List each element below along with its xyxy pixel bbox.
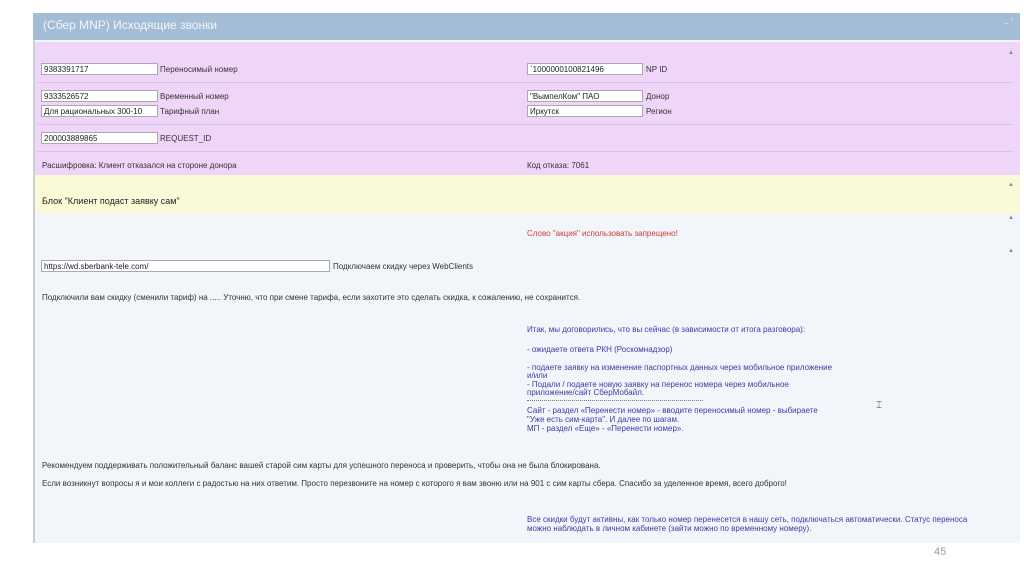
- block-title: Блок "Клиент подаст заявку сам": [42, 196, 180, 206]
- np-id-field[interactable]: `1000000100821496: [527, 63, 643, 75]
- collapse-arrow-icon[interactable]: ▲: [1008, 50, 1014, 56]
- warning-text: Слово "акция" использовать запрещено!: [527, 229, 678, 238]
- page-number: 45: [934, 546, 947, 558]
- webclients-url-field[interactable]: https://wd.sberbank-tele.com/: [41, 260, 330, 272]
- temp-number-label: Временный номер: [160, 92, 229, 101]
- request-id-label: REQUEST_ID: [160, 134, 212, 143]
- divider: [527, 400, 703, 401]
- tariff-label: Тарифный план: [160, 107, 220, 116]
- divider: [37, 82, 1014, 83]
- collapse-arrow-icon[interactable]: ▲: [1008, 182, 1014, 188]
- refusal-code: Код отказа: 7061: [527, 161, 590, 170]
- agreement-line: Итак, мы договорились, что вы сейчас (в …: [527, 325, 806, 334]
- mouse-cursor-icon: ⌶: [876, 400, 882, 411]
- script-line: Если возникнут вопросы я и мои коллеги с…: [42, 479, 787, 488]
- region-field[interactable]: Иркутск: [527, 105, 643, 117]
- np-id-label: NP ID: [646, 65, 668, 74]
- agreement-line: - подаете заявку на изменение паспортных…: [527, 363, 833, 372]
- region-label: Регион: [646, 107, 672, 116]
- script-line: Рекомендуем поддерживать положительный б…: [42, 461, 601, 470]
- divider: [37, 124, 1014, 125]
- collapse-arrow-icon[interactable]: ▲: [1008, 215, 1014, 221]
- ported-number-label: Переносимый номер: [160, 65, 238, 74]
- request-id-field[interactable]: 200003889865: [41, 132, 158, 144]
- donor-field[interactable]: "ВымпелКом" ПАО: [527, 90, 643, 102]
- script-line: Подключили вам скидку (сменили тариф) на…: [42, 293, 581, 302]
- webclients-label: Подключаем скидку через WebClients: [333, 262, 473, 271]
- ported-number-field[interactable]: 9383391717: [41, 63, 158, 75]
- tariff-field[interactable]: Для рациональных 300-10: [41, 105, 158, 117]
- agreement-line: МП - раздел «Еще» - «Перенести номер».: [527, 424, 684, 433]
- block-header: [35, 175, 1020, 213]
- divider: [37, 151, 1014, 152]
- discount-note-line: можно наблюдать в личном кабинете (зайти…: [527, 524, 812, 533]
- window-title: (Сбер MNP) Исходящие звонки: [33, 13, 1020, 40]
- window-controls-icon[interactable]: _ ▫: [1004, 15, 1014, 24]
- temp-number-field[interactable]: 9333526572: [41, 90, 158, 102]
- decoding-text: Расшифровка: Клиент отказался на стороне…: [42, 161, 237, 170]
- agreement-line: - ожидаете ответа РКН (Роскомнадзор): [527, 345, 673, 354]
- agreement-line: приложение/сайт СберМобайл.: [527, 388, 645, 397]
- donor-label: Донор: [646, 92, 670, 101]
- collapse-arrow-icon[interactable]: ▲: [1008, 248, 1014, 254]
